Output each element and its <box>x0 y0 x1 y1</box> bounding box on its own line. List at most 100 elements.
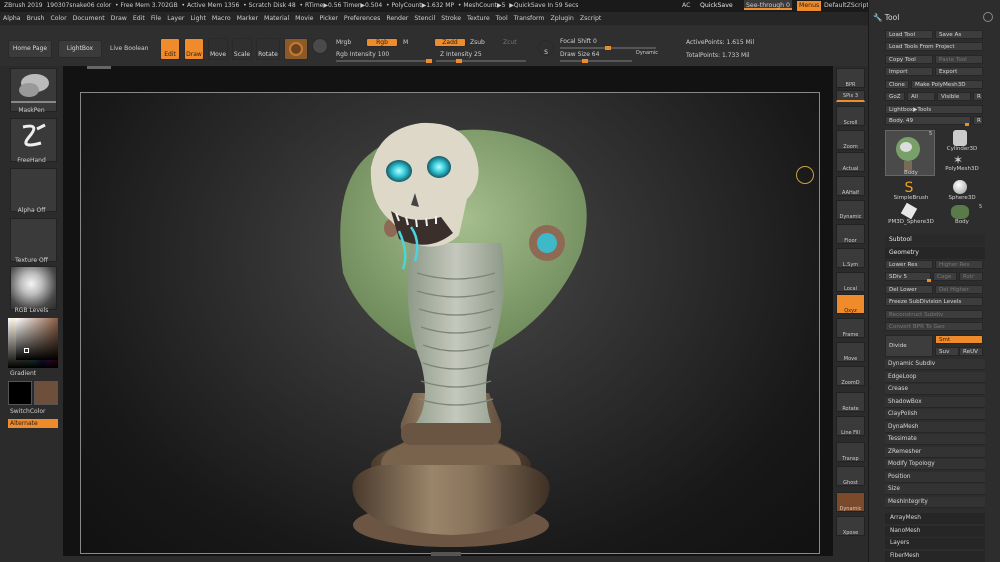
menu-marker[interactable]: Marker <box>234 12 261 25</box>
zadd-button[interactable]: Zadd <box>434 38 466 47</box>
paste-tool-button[interactable]: Paste Tool <box>935 55 983 64</box>
rgb-intensity-track[interactable] <box>336 59 432 63</box>
shelf-qxyz[interactable]: Qxyz <box>836 294 865 314</box>
section-nanomesh[interactable]: NanoMesh <box>885 525 985 537</box>
viewport-scroll-handle[interactable] <box>87 66 111 69</box>
shelf-spix-3[interactable]: SPix 3 <box>836 90 865 102</box>
shelf-aahalf[interactable]: AAHalf <box>836 176 865 196</box>
shelf-rotate[interactable]: Rotate <box>836 392 865 412</box>
menu-file[interactable]: File <box>148 12 164 25</box>
menu-alpha[interactable]: Alpha <box>0 12 24 25</box>
copy-tool-button[interactable]: Copy Tool <box>885 55 933 64</box>
geometry-section[interactable]: Geometry <box>885 247 985 259</box>
menu-stencil[interactable]: Stencil <box>411 12 438 25</box>
menu-zplugin[interactable]: Zplugin <box>547 12 576 25</box>
zsub-button[interactable]: Zsub <box>470 39 485 46</box>
section-fibermesh[interactable]: FiberMesh <box>885 550 985 562</box>
shelf-xpose[interactable]: Xpose <box>836 516 865 536</box>
subtool-section[interactable]: Subtool <box>885 234 985 246</box>
shelf-line-fill-polyf[interactable]: Line Fill PolyF <box>836 416 865 436</box>
del-higher-button[interactable]: Del Higher <box>935 285 983 294</box>
alternate-button[interactable]: Alternate <box>8 419 58 428</box>
color-sphere-icon[interactable] <box>312 38 328 54</box>
menu-zscript[interactable]: Zscript <box>577 12 604 25</box>
canvas-viewport[interactable] <box>63 66 833 556</box>
menu-render[interactable]: Render <box>383 12 411 25</box>
document-canvas[interactable] <box>80 92 820 554</box>
geo-meshintegrity[interactable]: MeshIntegrity <box>885 496 985 508</box>
shelf-local[interactable]: Local <box>836 272 865 292</box>
save-as-button[interactable]: Save As <box>935 30 983 39</box>
sculptris-s-icon[interactable]: S <box>538 40 554 56</box>
shelf-actual[interactable]: Actual <box>836 152 865 172</box>
clone-button[interactable]: Clone <box>885 80 909 89</box>
mrgb-button[interactable]: Mrgb <box>336 39 351 46</box>
draw-button[interactable]: Draw <box>184 38 204 60</box>
reuv-toggle[interactable]: ReUV <box>959 347 983 356</box>
del-lower-button[interactable]: Del Lower <box>885 285 933 294</box>
menu-edit[interactable]: Edit <box>130 12 148 25</box>
simplebrush-icon[interactable]: S <box>901 180 917 196</box>
gradient-label[interactable]: Gradient <box>10 370 36 377</box>
shelf-dynamic-persp[interactable]: Dynamic Persp <box>836 200 865 220</box>
smt-toggle[interactable]: Smt <box>935 335 983 344</box>
primary-color-swatch[interactable] <box>8 381 32 405</box>
pm3d-sphere3d-icon[interactable] <box>900 202 918 220</box>
divide-button[interactable]: Divide <box>885 335 933 357</box>
geo-claypolish[interactable]: ClayPolish <box>885 409 985 420</box>
lightbox-button[interactable]: LightBox <box>58 40 102 58</box>
ac-label[interactable]: AC <box>682 0 690 12</box>
menu-texture[interactable]: Texture <box>464 12 493 25</box>
freeze-subdivision-button[interactable]: Freeze SubDivision Levels <box>885 297 983 306</box>
geo-edgeloop[interactable]: EdgeLoop <box>885 371 985 383</box>
menu-layer[interactable]: Layer <box>164 12 187 25</box>
shelf-l-sym[interactable]: L.Sym <box>836 248 865 268</box>
material-sphere-button[interactable] <box>284 38 308 60</box>
focal-shift-track[interactable] <box>560 46 656 50</box>
geo-dynamic-subdiv[interactable]: Dynamic Subdiv <box>885 359 985 370</box>
cage-button[interactable]: Cage <box>933 272 957 281</box>
all-button[interactable]: All <box>907 92 935 101</box>
shelf-frame[interactable]: Frame <box>836 318 865 338</box>
load-tool-button[interactable]: Load Tool <box>885 30 933 39</box>
default-zscript[interactable]: DefaultZScript <box>824 0 869 12</box>
live-boolean-button[interactable]: Live Boolean <box>110 45 148 52</box>
bottom-scroll-handle[interactable] <box>431 552 461 556</box>
brush-slot[interactable] <box>10 68 57 112</box>
menu-picker[interactable]: Picker <box>316 12 340 25</box>
menu-brush[interactable]: Brush <box>24 12 48 25</box>
shelf-ghost[interactable]: Ghost <box>836 466 865 486</box>
menu-document[interactable]: Document <box>70 12 108 25</box>
geo-crease[interactable]: Crease <box>885 384 985 395</box>
m-button[interactable]: M <box>403 39 408 46</box>
sdiv-slider[interactable]: SDiv 5 <box>885 272 931 281</box>
lightbox-tools-button[interactable]: Lightbox▶Tools <box>885 105 983 114</box>
higher-res-button[interactable]: Higher Res <box>935 260 983 269</box>
section-arraymesh[interactable]: ArrayMesh <box>885 513 985 524</box>
suv-toggle[interactable]: Suv <box>935 347 959 356</box>
goz-button[interactable]: GoZ <box>885 92 905 101</box>
switch-color-button[interactable]: SwitchColor <box>10 408 46 415</box>
focal-shift-slider[interactable]: Focal Shift 0 <box>560 38 597 45</box>
lower-res-button[interactable]: Lower Res <box>885 260 933 269</box>
geo-tessimate[interactable]: Tessimate <box>885 434 985 445</box>
tool-palette-title[interactable]: 🔧 Tool <box>873 13 899 22</box>
menu-macro[interactable]: Macro <box>209 12 234 25</box>
menu-material[interactable]: Material <box>261 12 292 25</box>
edit-button[interactable]: Edit <box>160 38 180 60</box>
shelf-floor[interactable]: Floor <box>836 224 865 244</box>
import-button[interactable]: Import <box>885 67 933 76</box>
make-polymesh3d-button[interactable]: Make PolyMesh3D <box>911 80 983 89</box>
stroke-slot[interactable] <box>10 118 57 162</box>
convert-bpr-button[interactable]: Convert BPR To Geo <box>885 322 983 331</box>
body-tool-small-icon[interactable] <box>951 205 969 219</box>
menu-movie[interactable]: Movie <box>292 12 316 25</box>
rotate-button[interactable]: Rotate <box>256 38 280 60</box>
color-picker[interactable] <box>8 318 58 368</box>
see-through-slider[interactable]: See-through 0 <box>744 0 792 10</box>
geo-modify-topology[interactable]: Modify Topology <box>885 459 985 470</box>
shelf-scroll[interactable]: Scroll <box>836 106 865 126</box>
geo-shadowbox[interactable]: ShadowBox <box>885 396 985 408</box>
texture-slot[interactable] <box>10 218 57 262</box>
geo-zremesher[interactable]: ZRemesher <box>885 446 985 458</box>
